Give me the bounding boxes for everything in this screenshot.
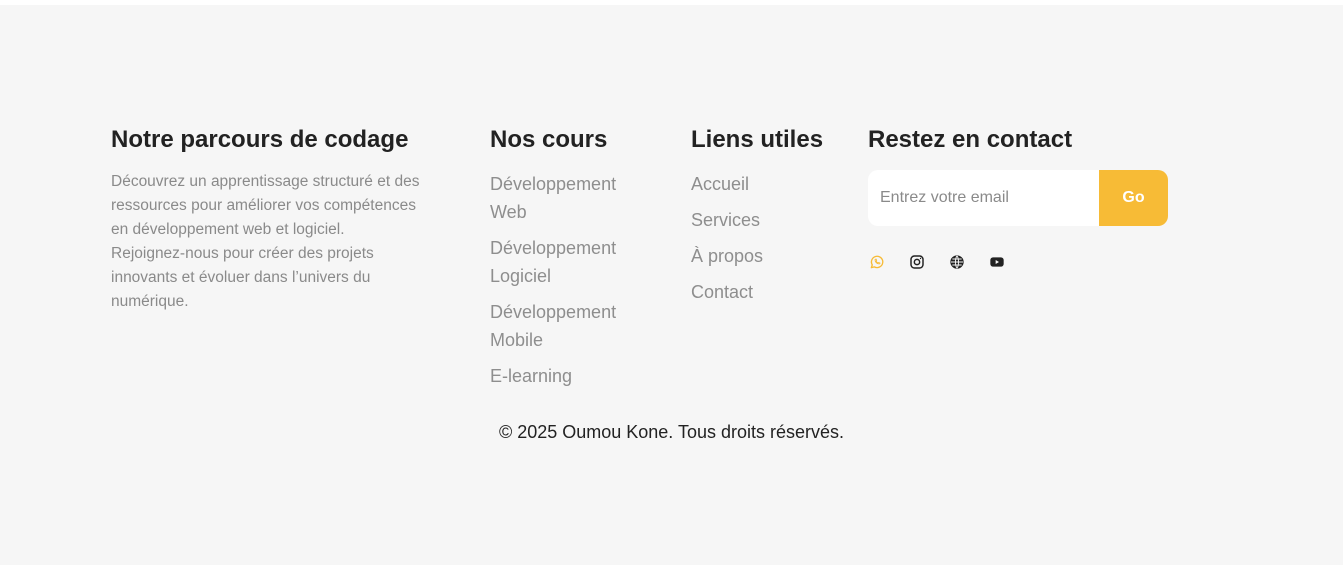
go-button[interactable]: Go (1099, 170, 1168, 226)
globe-icon[interactable] (948, 253, 966, 271)
social-links (868, 253, 1168, 271)
link-home[interactable]: Accueil (691, 170, 841, 198)
useful-links-section: Liens utiles Accueil Services À propos C… (691, 123, 841, 314)
link-services[interactable]: Services (691, 206, 841, 234)
instagram-icon[interactable] (908, 253, 926, 271)
about-title: Notre parcours de codage (111, 126, 409, 153)
newsletter-form: Go (868, 170, 1168, 226)
courses-list: Développement Web Développement Logiciel… (490, 170, 640, 390)
course-link-elearning[interactable]: E-learning (490, 362, 640, 390)
courses-section: Nos cours Développement Web Développemen… (490, 123, 640, 398)
course-link-mobile[interactable]: Développement Mobile (490, 298, 640, 354)
contact-section: Restez en contact Go (868, 123, 1168, 271)
contact-title: Restez en contact (868, 126, 1073, 153)
link-about[interactable]: À propos (691, 242, 841, 270)
courses-title: Nos cours (490, 126, 608, 153)
youtube-icon[interactable] (988, 253, 1006, 271)
copyright-text: © 2025 Oumou Kone. Tous droits réservés. (498, 422, 845, 442)
link-contact[interactable]: Contact (691, 278, 841, 306)
useful-links-title: Liens utiles (691, 126, 824, 153)
email-input[interactable] (868, 170, 1099, 226)
site-footer: Notre parcours de codage Découvrez un ap… (0, 5, 1343, 565)
course-link-software[interactable]: Développement Logiciel (490, 234, 640, 290)
course-link-web[interactable]: Développement Web (490, 170, 640, 226)
useful-links-list: Accueil Services À propos Contact (691, 170, 841, 306)
about-section: Notre parcours de codage Découvrez un ap… (111, 123, 421, 314)
whatsapp-icon[interactable] (868, 253, 886, 271)
about-description: Découvrez un apprentissage structuré et … (111, 173, 420, 310)
